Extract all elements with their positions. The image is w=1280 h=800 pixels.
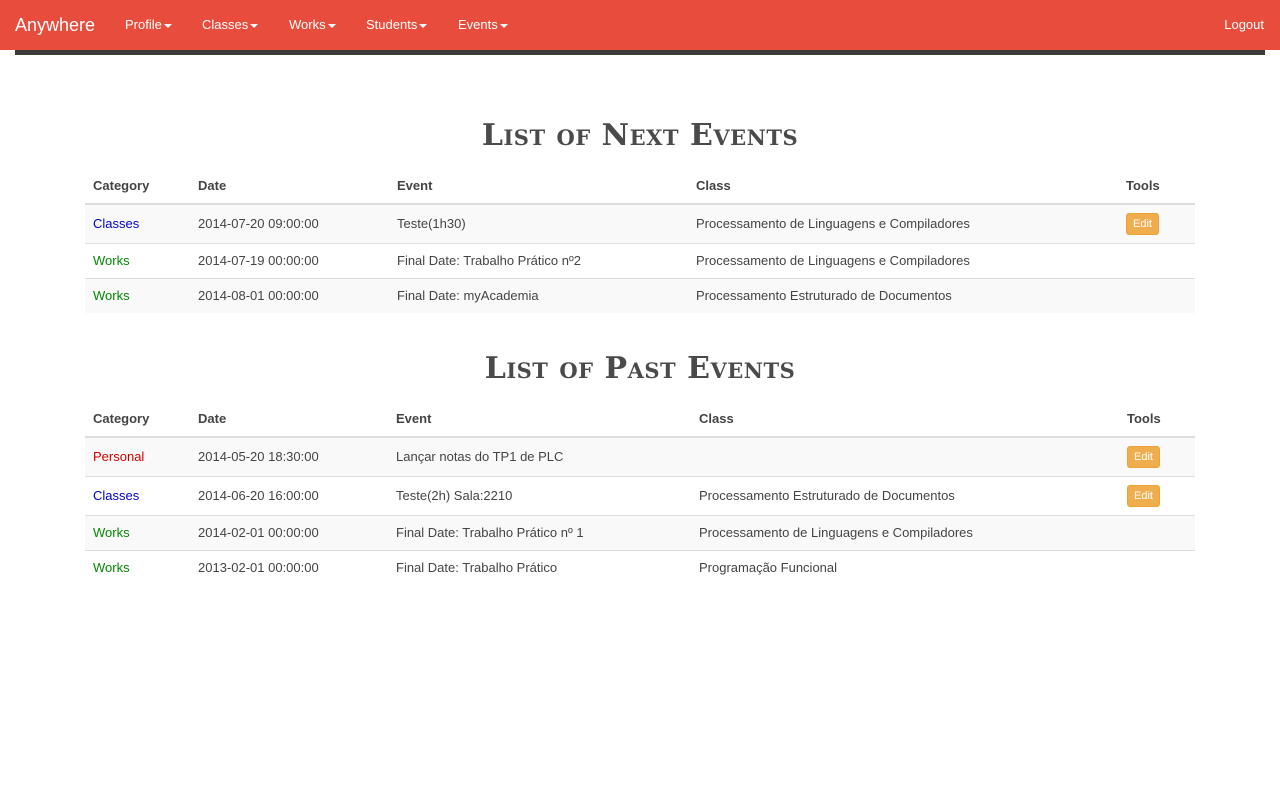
nav-item-label: Profile — [125, 17, 162, 32]
date-cell: 2013-02-01 00:00:00 — [190, 549, 388, 585]
past-events-table: Category Date Event Class Tools Personal… — [85, 400, 1195, 585]
category-cell[interactable]: Works — [85, 242, 190, 278]
event-cell: Final Date: Trabalho Prático — [388, 549, 691, 585]
tools-cell — [1118, 277, 1195, 313]
column-header-event: Event — [388, 400, 691, 438]
column-header-date: Date — [190, 400, 388, 438]
event-cell: Lançar notas do TP1 de PLC — [388, 437, 691, 476]
category-cell[interactable]: Works — [85, 549, 190, 585]
caret-down-icon — [327, 23, 336, 28]
tools-cell — [1119, 549, 1195, 585]
category-cell[interactable]: Classes — [85, 204, 190, 243]
caret-down-icon — [163, 23, 172, 28]
date-cell: 2014-05-20 18:30:00 — [190, 437, 388, 476]
table-header-row: Category Date Event Class Tools — [85, 167, 1195, 205]
event-cell: Teste(1h30) — [389, 204, 688, 243]
category-cell[interactable]: Personal — [85, 437, 190, 476]
top-navbar: Anywhere Profile Classes Works Students … — [0, 0, 1280, 50]
tools-cell — [1118, 242, 1195, 278]
caret-down-icon — [250, 23, 259, 28]
edit-button[interactable]: Edit — [1127, 484, 1160, 507]
class-cell: Processamento de Linguagens e Compilador… — [688, 242, 1118, 278]
category-cell[interactable]: Works — [85, 514, 190, 550]
date-cell: 2014-02-01 00:00:00 — [190, 514, 388, 550]
class-cell: Programação Funcional — [691, 549, 1119, 585]
event-cell: Final Date: Trabalho Prático nº2 — [389, 242, 688, 278]
class-cell: Processamento de Linguagens e Compilador… — [688, 204, 1118, 243]
edit-button[interactable]: Edit — [1126, 212, 1159, 235]
table-row: Classes 2014-07-20 09:00:00 Teste(1h30) … — [85, 204, 1195, 243]
date-cell: 2014-07-20 09:00:00 — [190, 204, 389, 243]
column-header-date: Date — [190, 167, 389, 205]
table-header-row: Category Date Event Class Tools — [85, 400, 1195, 438]
table-row: Classes 2014-06-20 16:00:00 Teste(2h) Sa… — [85, 475, 1195, 515]
column-header-class: Class — [691, 400, 1119, 438]
nav-item-label: Works — [289, 17, 326, 32]
table-row: Personal 2014-05-20 18:30:00 Lançar nota… — [85, 437, 1195, 476]
class-cell: Processamento Estruturado de Documentos — [691, 475, 1119, 515]
nav-item-events[interactable]: Events — [458, 0, 508, 50]
column-header-tools: Tools — [1118, 167, 1195, 205]
column-header-tools: Tools — [1119, 400, 1195, 438]
tools-cell — [1119, 514, 1195, 550]
logout-link[interactable]: Logout — [1224, 0, 1264, 50]
nav-item-works[interactable]: Works — [289, 0, 336, 50]
caret-down-icon — [499, 23, 508, 28]
column-header-category: Category — [85, 400, 190, 438]
edit-button[interactable]: Edit — [1127, 445, 1160, 468]
tools-cell: Edit — [1119, 437, 1195, 476]
event-cell: Final Date: Trabalho Prático nº 1 — [388, 514, 691, 550]
class-cell — [691, 437, 1119, 476]
event-cell: Teste(2h) Sala:2210 — [388, 475, 691, 515]
date-cell: 2014-07-19 00:00:00 — [190, 242, 389, 278]
event-cell: Final Date: myAcademia — [389, 277, 688, 313]
nav-item-label: Events — [458, 17, 498, 32]
brand-logo[interactable]: Anywhere — [15, 0, 95, 50]
column-header-category: Category — [85, 167, 190, 205]
past-events-title: List of Past Events — [484, 351, 796, 386]
date-cell: 2014-06-20 16:00:00 — [190, 475, 388, 515]
nav-item-profile[interactable]: Profile — [125, 0, 172, 50]
caret-down-icon — [419, 23, 428, 28]
category-cell[interactable]: Classes — [85, 475, 190, 515]
table-row: Works 2014-08-01 00:00:00 Final Date: my… — [85, 277, 1195, 313]
table-row: Works 2014-02-01 00:00:00 Final Date: Tr… — [85, 514, 1195, 550]
class-cell: Processamento de Linguagens e Compilador… — [691, 514, 1119, 550]
navbar-divider — [15, 50, 1265, 55]
column-header-event: Event — [389, 167, 688, 205]
table-row: Works 2013-02-01 00:00:00 Final Date: Tr… — [85, 549, 1195, 585]
nav-item-label: Students — [366, 17, 418, 32]
table-row: Works 2014-07-19 00:00:00 Final Date: Tr… — [85, 242, 1195, 278]
column-header-class: Class — [688, 167, 1118, 205]
nav-item-students[interactable]: Students — [366, 0, 428, 50]
class-cell: Processamento Estruturado de Documentos — [688, 277, 1118, 313]
next-events-title: List of Next Events — [481, 118, 799, 153]
next-events-table: Category Date Event Class Tools Classes … — [85, 167, 1195, 313]
date-cell: 2014-08-01 00:00:00 — [190, 277, 389, 313]
nav-item-label: Classes — [202, 17, 249, 32]
tools-cell: Edit — [1119, 475, 1195, 515]
tools-cell: Edit — [1118, 204, 1195, 243]
nav-item-classes[interactable]: Classes — [202, 0, 259, 50]
category-cell[interactable]: Works — [85, 277, 190, 313]
